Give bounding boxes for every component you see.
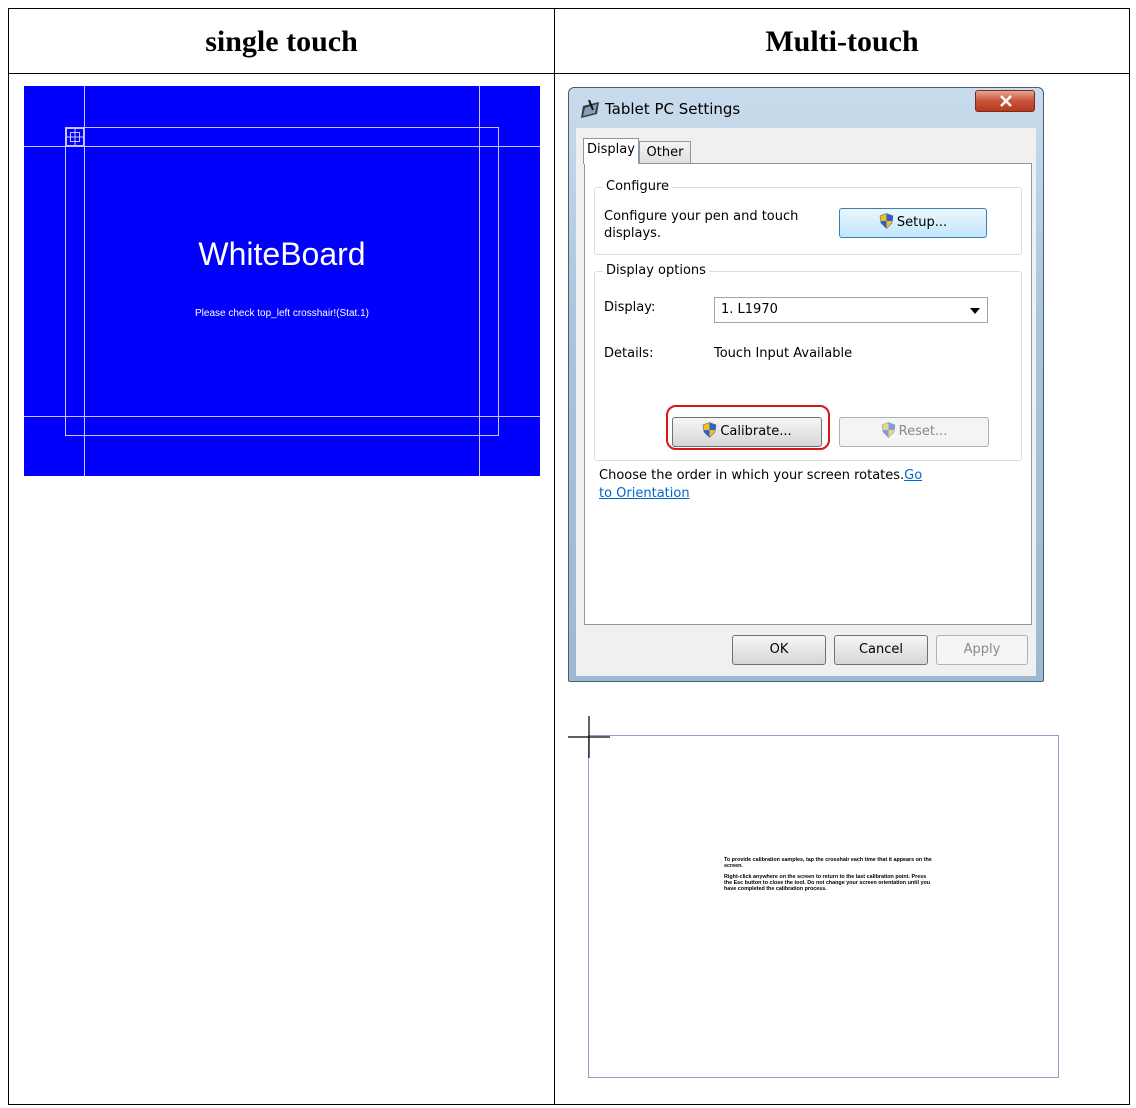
- tab-other[interactable]: Other: [639, 141, 691, 165]
- tab-page-display: Configure Configure your pen and touch d…: [584, 163, 1032, 625]
- grid-line: [84, 86, 85, 476]
- display-select[interactable]: 1. L1970: [714, 297, 988, 323]
- grid-line: [65, 127, 66, 436]
- whiteboard-message: Please check top_left crosshair!(Stat.1): [195, 308, 369, 319]
- calibrate-button[interactable]: Calibrate...: [672, 417, 822, 447]
- close-icon: [1000, 95, 1012, 107]
- calibration-instruction-2: Right-click anywhere on the screen to re…: [724, 873, 931, 893]
- uac-shield-icon: [879, 213, 894, 229]
- grid-line: [65, 127, 499, 128]
- whiteboard-calibration-screen[interactable]: WhiteBoard Please check top_left crossha…: [24, 86, 540, 476]
- calibration-crosshair-icon[interactable]: [568, 716, 610, 758]
- tablet-pen-icon: [581, 100, 599, 118]
- table-header-divider: [9, 73, 1129, 74]
- configure-group: Configure Configure your pen and touch d…: [594, 179, 1022, 255]
- grid-line: [24, 416, 540, 417]
- column-header-multi-touch: Multi-touch: [765, 25, 919, 58]
- apply-button[interactable]: Apply: [936, 635, 1028, 665]
- cancel-button[interactable]: Cancel: [834, 635, 928, 665]
- configure-legend: Configure: [603, 179, 673, 194]
- calibrate-button-label: Calibrate...: [720, 424, 792, 439]
- details-value: Touch Input Available: [714, 346, 853, 361]
- reset-button[interactable]: Reset...: [839, 417, 989, 447]
- display-select-value: 1. L1970: [721, 302, 778, 317]
- table-column-divider: [554, 9, 555, 1104]
- grid-line: [65, 435, 499, 436]
- dialog-title: Tablet PC Settings: [605, 100, 741, 118]
- calibration-instructions: To provide calibration samples, tap the …: [724, 857, 934, 896]
- close-button[interactable]: [975, 90, 1035, 112]
- grid-line: [498, 127, 499, 436]
- crosshair-icon[interactable]: [66, 128, 84, 146]
- whiteboard-title: WhiteBoard: [198, 236, 366, 272]
- display-options-legend: Display options: [603, 263, 709, 278]
- orientation-text: Choose the order in which your screen ro…: [599, 467, 929, 503]
- uac-shield-icon: [702, 422, 717, 438]
- column-header-single-touch: single touch: [205, 25, 358, 58]
- display-options-group: Display options Display: 1. L1970 Detail…: [594, 263, 1022, 461]
- calibration-instruction-1: To provide calibration samples, tap the …: [724, 857, 932, 870]
- dropdown-arrow-icon: [970, 308, 980, 314]
- configure-description: Configure your pen and touch displays.: [604, 209, 799, 241]
- tablet-pc-settings-dialog: Tablet PC Settings Display Other Configu…: [568, 87, 1044, 682]
- grid-line: [24, 146, 540, 147]
- calibration-screen[interactable]: [588, 735, 1059, 1078]
- grid-line: [479, 86, 480, 476]
- ok-button[interactable]: OK: [732, 635, 826, 665]
- display-label: Display:: [604, 300, 656, 315]
- setup-button[interactable]: Setup...: [839, 208, 987, 238]
- uac-shield-icon: [881, 422, 895, 438]
- tab-display[interactable]: Display: [583, 138, 639, 164]
- details-label: Details:: [604, 346, 654, 361]
- dialog-client-area: Display Other Configure Configure your p…: [576, 128, 1036, 676]
- reset-button-label: Reset...: [898, 424, 948, 439]
- orientation-description: Choose the order in which your screen ro…: [599, 468, 905, 483]
- setup-button-label: Setup...: [896, 215, 948, 230]
